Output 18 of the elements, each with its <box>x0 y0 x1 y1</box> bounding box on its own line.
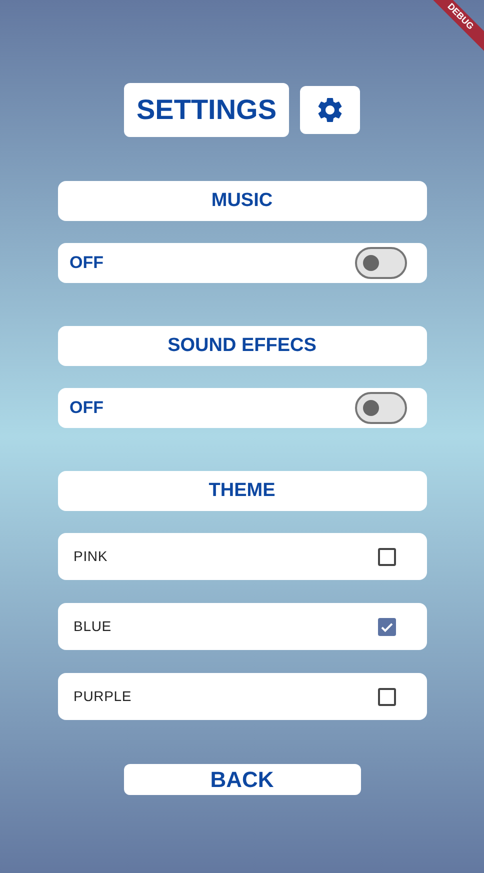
page-title: SETTINGS <box>124 83 288 137</box>
toggle-label: OFF <box>70 252 104 274</box>
toggle-switch[interactable] <box>354 247 406 279</box>
back-button[interactable]: BACK <box>124 764 360 795</box>
checkbox[interactable] <box>378 688 396 706</box>
toggle-switch[interactable] <box>354 392 406 424</box>
theme-option[interactable]: PURPLE <box>58 673 426 720</box>
option-label: PURPLE <box>74 687 132 706</box>
option-label: PINK <box>74 547 108 566</box>
section-heading: THEME <box>58 471 426 511</box>
section-heading: SOUND EFFECS <box>58 326 426 366</box>
option-label: BLUE <box>74 617 112 636</box>
checkbox[interactable] <box>378 618 396 636</box>
checkbox[interactable] <box>378 548 396 566</box>
theme-option[interactable]: PINK <box>58 533 426 580</box>
toggle-label: OFF <box>70 397 104 420</box>
section-heading: MUSIC <box>58 181 426 221</box>
theme-option[interactable]: BLUE <box>58 603 426 650</box>
